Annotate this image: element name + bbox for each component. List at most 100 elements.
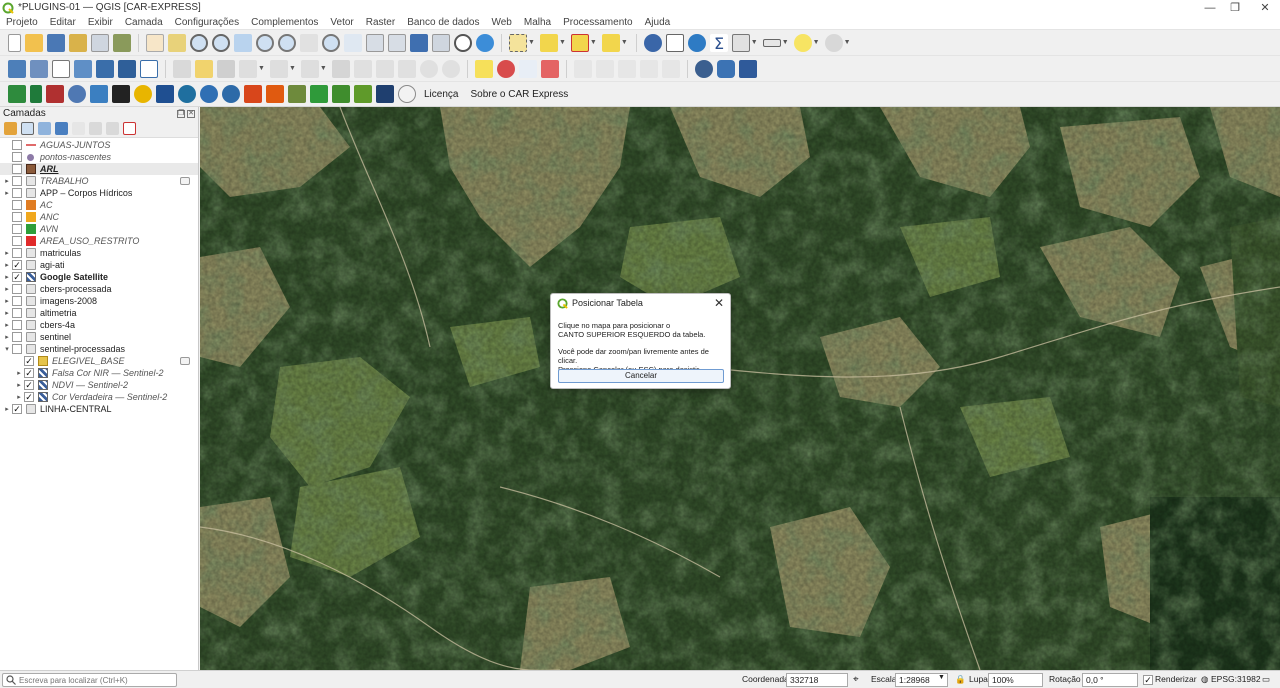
layer-visibility-checkbox[interactable] [12,224,22,234]
map-tips-icon[interactable] [793,33,812,52]
manage-themes-icon[interactable] [38,122,51,135]
redo-icon[interactable] [441,59,460,78]
layer-row[interactable]: ▸ ✓ NDVI — Sentinel-2 [0,379,198,391]
chevron-down-icon[interactable]: ▼ [782,39,789,46]
layer-visibility-checkbox[interactable] [12,152,22,162]
car-arrow-icon[interactable] [30,85,42,103]
expand-all-icon[interactable] [89,122,102,135]
plugin-globe-icon[interactable] [222,85,240,103]
expand-arrow-icon[interactable]: ▸ [2,261,12,269]
add-group-icon[interactable] [21,122,34,135]
expand-arrow-icon[interactable]: ▸ [14,381,24,389]
plugin-white-circle-icon[interactable] [398,85,416,103]
diagram-move-icon[interactable] [639,59,658,78]
close-icon[interactable]: ✕ [714,296,724,310]
layer-row[interactable]: ▸ APP – Corpos Hídricos [0,187,198,199]
zoom-native-icon[interactable] [300,33,318,52]
layer-styling-icon[interactable] [4,122,17,135]
menu-vetor[interactable]: Vetor [330,17,353,28]
locator-bar[interactable] [2,673,177,687]
layer-row[interactable]: ▸ ✓ Falsa Cor NIR — Sentinel-2 [0,367,198,379]
layer-row[interactable]: ▾ sentinel-processadas [0,343,198,355]
plugin-blue-icon[interactable] [156,85,174,103]
pan-hand-icon[interactable] [146,33,164,52]
help-icon[interactable] [738,59,757,78]
zoom-out-icon[interactable] [212,33,230,52]
globe-plugin-icon[interactable] [694,59,713,78]
messages-icon[interactable]: ▭ [1262,674,1270,685]
layer-visibility-checkbox[interactable] [12,296,22,306]
layer-row[interactable]: ▸ sentinel [0,331,198,343]
license-button[interactable]: Licença [424,89,458,100]
new-map-view-icon[interactable] [366,33,384,52]
menu-banco-de-dados[interactable]: Banco de dados [407,17,479,28]
plugin-play-icon[interactable] [112,85,130,103]
add-raster-layer-icon[interactable] [74,59,92,78]
locator-input[interactable] [19,675,169,685]
expand-arrow-icon[interactable]: ▸ [2,177,12,185]
expand-arrow-icon[interactable]: ▸ [2,285,12,293]
label-change-icon[interactable] [617,59,636,78]
layer-visibility-checkbox[interactable] [12,140,22,150]
chevron-down-icon[interactable]: ▼ [938,674,945,681]
add-wms-layer-icon[interactable] [96,59,114,78]
save-project-icon[interactable] [47,33,65,52]
expand-arrow-icon[interactable]: ▸ [2,321,12,329]
print-layout-icon[interactable] [91,33,109,52]
layer-row[interactable]: ▸ ✓ Cor Verdadeira — Sentinel-2 [0,391,198,403]
delete-selected-icon[interactable] [331,59,350,78]
layer-row[interactable]: ▸ TRABALHO [0,175,198,187]
layer-visibility-checkbox[interactable] [12,212,22,222]
modify-attributes-icon[interactable] [300,59,319,78]
layer-row[interactable]: ▸ ✓ LINHA-CENTRAL [0,403,198,415]
car-flag-icon[interactable] [8,85,26,103]
chevron-down-icon[interactable]: ▼ [844,39,851,46]
expand-arrow-icon[interactable]: ▸ [2,297,12,305]
digitize-icon[interactable] [239,59,257,78]
layer-visibility-checkbox[interactable] [12,284,22,294]
statistics-sigma-icon[interactable]: Σ [709,33,728,53]
python-console-icon[interactable] [716,59,735,78]
copy-features-icon[interactable] [375,59,394,78]
expand-arrow-icon[interactable]: ▸ [2,333,12,341]
expand-arrow-icon[interactable]: ▸ [2,273,12,281]
select-location-icon[interactable] [601,33,620,52]
layer-row[interactable]: ▸ matriculas [0,247,198,259]
layer-visibility-checkbox[interactable] [12,176,22,186]
bookmark-icon[interactable] [410,33,428,52]
plugin-leaf-icon[interactable] [332,85,350,103]
zoom-selection-icon[interactable] [256,33,274,52]
save-edits-icon[interactable] [217,59,235,78]
layer-row[interactable]: AGUAS-JUNTOS [0,139,198,151]
add-mesh-layer-icon[interactable] [118,59,136,78]
magnifier-field[interactable]: 100% [988,673,1043,687]
new-project-icon[interactable] [8,33,21,52]
expand-arrow-icon[interactable]: ▸ [2,249,12,257]
about-car-express-button[interactable]: Sobre o CAR Express [470,89,568,100]
open-table-icon[interactable] [731,33,750,52]
layer-visibility-checkbox[interactable]: ✓ [24,380,34,390]
plugin-red-icon[interactable] [46,85,64,103]
gps-tools-icon[interactable] [824,33,843,52]
close-panel-icon[interactable]: ✕ [187,109,195,118]
expand-arrow-icon[interactable]: ▸ [2,189,12,197]
open-project-icon[interactable] [25,33,43,52]
current-edits-icon[interactable] [173,59,191,78]
layer-row[interactable]: ▸ cbers-4a [0,319,198,331]
zoom-last-icon[interactable] [322,33,340,52]
save-as-icon[interactable] [69,33,87,52]
zoom-layer-icon[interactable] [278,33,296,52]
menu-exibir[interactable]: Exibir [88,17,113,28]
float-panel-icon[interactable]: ❐ [177,109,185,118]
refresh-icon[interactable] [476,33,494,52]
menu-ajuda[interactable]: Ajuda [645,17,671,28]
chevron-down-icon[interactable]: ▼ [528,39,535,46]
layer-visibility-checkbox[interactable] [12,320,22,330]
layer-visibility-checkbox[interactable]: ✓ [24,392,34,402]
filter-expression-icon[interactable] [72,122,85,135]
layer-visibility-checkbox[interactable]: ✓ [24,368,34,378]
plugin-orange-icon[interactable] [244,85,262,103]
show-bookmarks-icon[interactable] [432,33,450,52]
style-manager-icon[interactable] [113,33,131,52]
chevron-down-icon[interactable]: ▼ [590,39,597,46]
